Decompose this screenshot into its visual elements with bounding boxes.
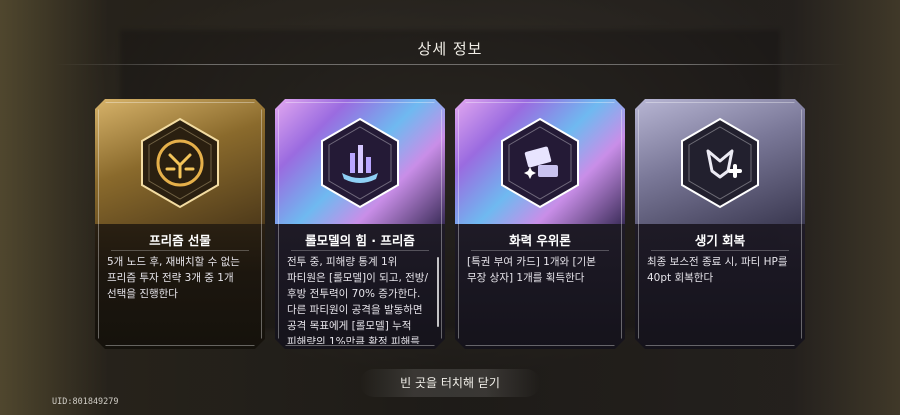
firepower-cards-icon — [501, 117, 579, 209]
card-divider — [111, 250, 249, 251]
card-name: 생기 회복 — [694, 233, 746, 248]
card-description: [특권 부여 카드] 1개와 [기본 무장 상자] 1개를 획득한다 — [467, 256, 596, 284]
card-role-model-prism[interactable]: 롤모델의 힘 · 프리즘 전투 중, 피해량 통계 1위 파티원은 [롤모델]이… — [275, 99, 445, 349]
card-divider — [471, 250, 609, 251]
tap-to-close-button[interactable]: 빈 곳을 터치해 닫기 — [360, 369, 540, 397]
role-model-bars-icon — [321, 117, 399, 209]
card-description[interactable]: 전투 중, 피해량 통계 1위 파티원은 [롤모델]이 되고, 전방/후방 전투… — [287, 254, 431, 344]
card-divider — [291, 250, 429, 251]
card-divider — [651, 250, 789, 251]
card-firepower-superiority[interactable]: 화력 우위론 [특권 부여 카드] 1개와 [기본 무장 상자] 1개를 획득한… — [455, 99, 625, 349]
vitality-heal-icon — [681, 117, 759, 209]
card-name: 롤모델의 힘 · 프리즘 — [305, 233, 415, 248]
popup-title: 상세 정보 — [417, 40, 483, 58]
card-vitality-recovery[interactable]: 생기 회복 최종 보스전 종료 시, 파티 HP를 40pt 회복한다 — [635, 99, 805, 349]
prism-gift-icon — [141, 117, 219, 209]
description-scrollbar[interactable] — [437, 257, 439, 327]
card-name: 화력 우위론 — [509, 233, 571, 248]
card-description: 5개 노드 후, 재배치할 수 없는 프리즘 투자 전략 3개 중 1개 선택을… — [107, 256, 240, 300]
card-description: 최종 보스전 종료 시, 파티 HP를 40pt 회복한다 — [647, 256, 788, 284]
uid-label: UID:801849279 — [52, 397, 119, 407]
title-divider — [55, 64, 845, 65]
card-prism-gift[interactable]: 프리즘 선물 5개 노드 후, 재배치할 수 없는 프리즘 투자 전략 3개 중… — [95, 99, 265, 349]
card-name: 프리즘 선물 — [149, 233, 211, 248]
